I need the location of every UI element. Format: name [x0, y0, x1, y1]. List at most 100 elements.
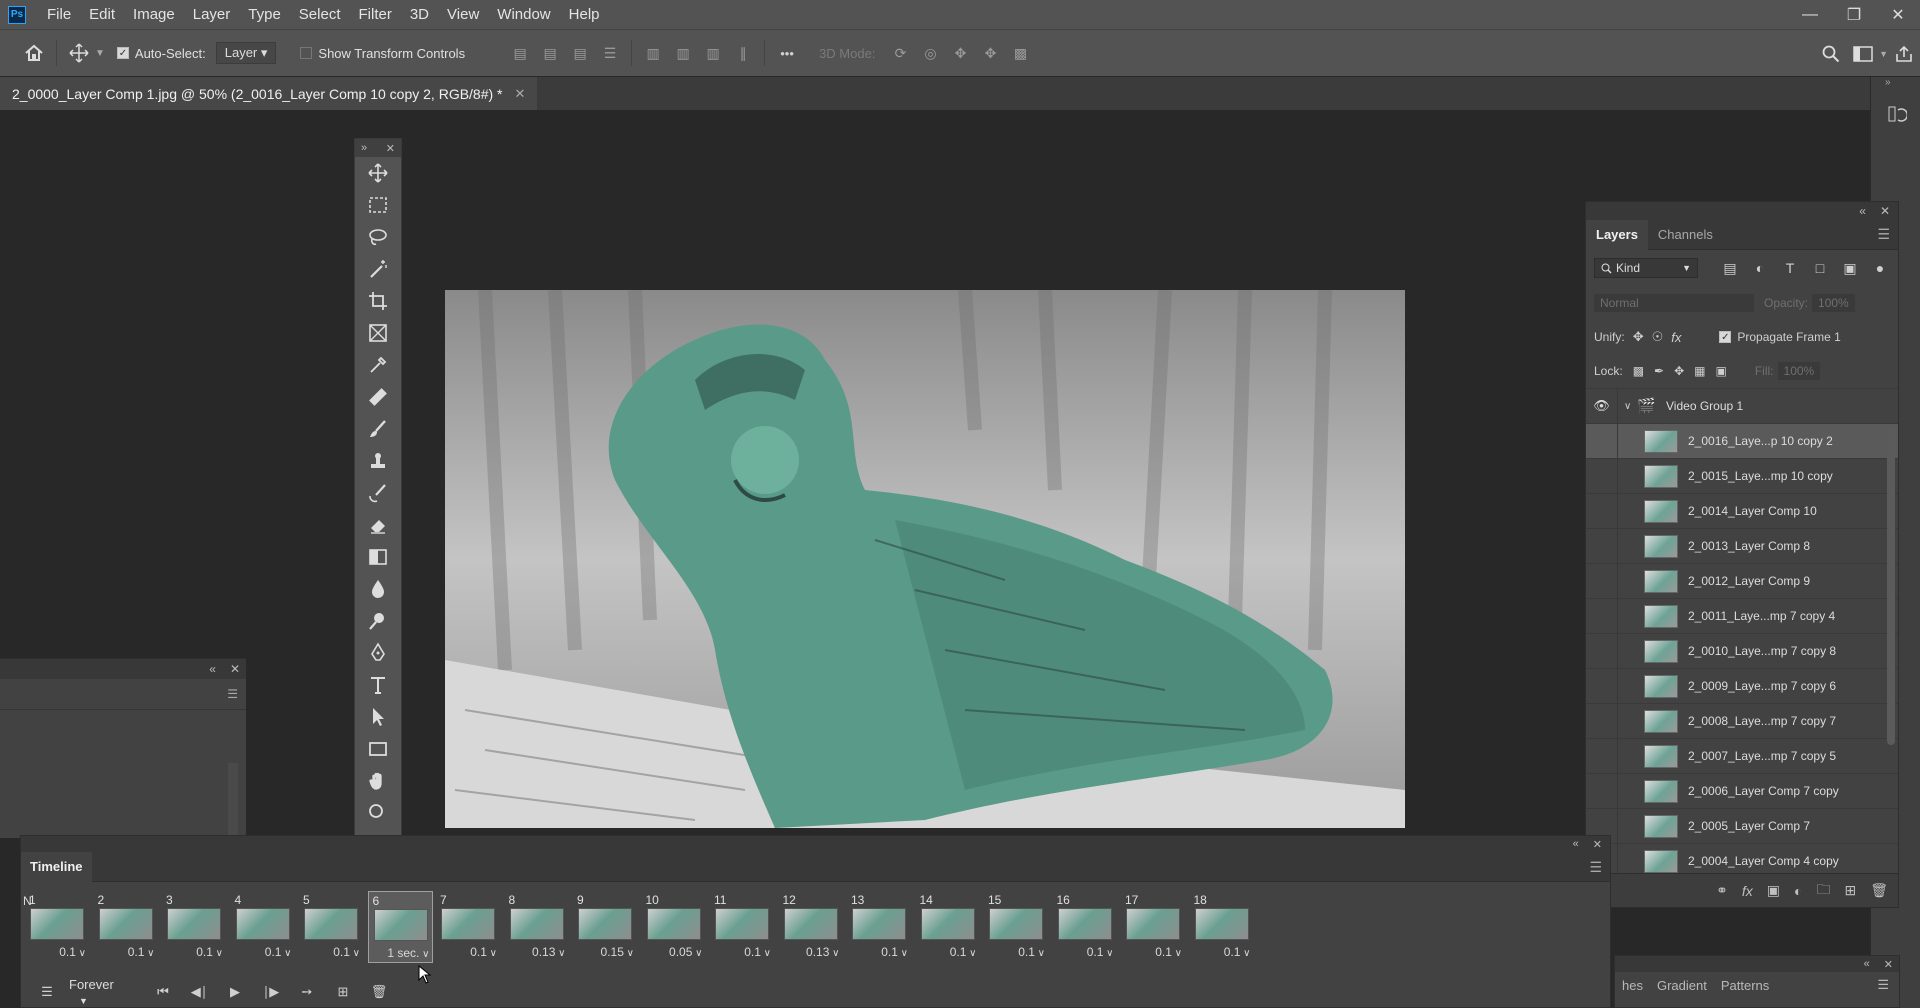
- align-left-edges-icon[interactable]: ▤: [505, 38, 535, 68]
- frame-delay-dropdown[interactable]: 0.1 ∨: [231, 945, 296, 959]
- layer-row[interactable]: 2_0009_Laye...mp 7 copy 6: [1586, 668, 1898, 704]
- menu-3d[interactable]: 3D: [401, 0, 438, 29]
- document-canvas[interactable]: [445, 290, 1405, 828]
- visibility-toggle[interactable]: [1586, 738, 1618, 774]
- close-icon[interactable]: ✕: [1880, 204, 1890, 218]
- animation-frame[interactable]: 6 1 sec. ∨: [367, 891, 433, 963]
- animation-frame[interactable]: 8 0.13 ∨: [505, 891, 570, 963]
- frame-tool-icon[interactable]: [355, 317, 401, 349]
- animation-frame[interactable]: 7 0.1 ∨: [436, 891, 501, 963]
- frame-delay-dropdown[interactable]: 0.1 ∨: [710, 945, 775, 959]
- tab-patterns[interactable]: Patterns: [1714, 978, 1776, 993]
- frame-delay-dropdown[interactable]: 0.1 ∨: [299, 945, 364, 959]
- distribute-vertical-icon[interactable]: ☰: [595, 38, 625, 68]
- layer-row[interactable]: 2_0015_Laye...mp 10 copy: [1586, 458, 1898, 494]
- frame-delay-dropdown[interactable]: 0.1 ∨: [94, 945, 159, 959]
- auto-select-checkbox[interactable]: ✓: [116, 47, 129, 59]
- lock-image-icon[interactable]: ✒: [1654, 364, 1664, 378]
- collapse-arrows-icon[interactable]: «: [1859, 204, 1866, 218]
- workspace-chevron-icon[interactable]: ▼: [1879, 49, 1888, 59]
- unify-position-icon[interactable]: ✥: [1633, 329, 1644, 345]
- filter-toggle-icon[interactable]: ●: [1870, 260, 1890, 276]
- first-frame-icon[interactable]: ⏮: [145, 984, 181, 1000]
- visibility-toggle[interactable]: [1586, 423, 1618, 459]
- menu-window[interactable]: Window: [488, 0, 559, 29]
- layer-row[interactable]: 2_0008_Laye...mp 7 copy 7: [1586, 703, 1898, 739]
- next-frame-icon[interactable]: ∣▶: [253, 984, 289, 1000]
- crop-tool-icon[interactable]: [355, 285, 401, 317]
- animation-frame[interactable]: 15 0.1 ∨: [984, 891, 1049, 963]
- type-layer-filter-icon[interactable]: T: [1780, 260, 1800, 276]
- tween-icon[interactable]: ➙: [289, 984, 325, 1000]
- menu-layer[interactable]: Layer: [184, 0, 240, 29]
- more-options-icon[interactable]: •••: [771, 37, 803, 69]
- show-transform-controls-checkbox[interactable]: [300, 47, 313, 59]
- eyedropper-tool-icon[interactable]: [355, 349, 401, 381]
- close-icon[interactable]: ✕: [230, 662, 240, 676]
- link-layers-icon[interactable]: ⚭: [1716, 882, 1728, 899]
- close-icon[interactable]: ✕: [386, 142, 395, 155]
- collapse-arrows-icon[interactable]: »: [361, 142, 367, 154]
- frame-delay-dropdown[interactable]: 0.1 ∨: [25, 945, 90, 959]
- animation-frame[interactable]: 1 0.1 ∨: [25, 891, 90, 963]
- menu-select[interactable]: Select: [290, 0, 350, 29]
- eraser-tool-icon[interactable]: [355, 509, 401, 541]
- unify-style-icon[interactable]: fx: [1671, 330, 1681, 345]
- animation-frame[interactable]: 2 0.1 ∨: [94, 891, 159, 963]
- tab-gradient[interactable]: Gradient: [1650, 978, 1714, 993]
- minimize-icon[interactable]: —: [1788, 0, 1832, 29]
- auto-select-target-dropdown[interactable]: Layer ▾: [215, 42, 277, 64]
- frame-delay-dropdown[interactable]: 0.1 ∨: [1121, 945, 1186, 959]
- distribute-horizontal-icon[interactable]: ∥: [728, 38, 758, 68]
- panel-menu-icon[interactable]: ☰: [227, 687, 238, 701]
- align-top-edges-icon[interactable]: ▥: [638, 38, 668, 68]
- visibility-toggle[interactable]: [1586, 493, 1618, 529]
- visibility-toggle[interactable]: [1586, 633, 1618, 669]
- close-icon[interactable]: ✕: [1593, 838, 1602, 851]
- frame-delay-dropdown[interactable]: 0.05 ∨: [642, 945, 707, 959]
- align-right-edges-icon[interactable]: ▤: [565, 38, 595, 68]
- animation-frame[interactable]: 16 0.1 ∨: [1053, 891, 1118, 963]
- visibility-toggle[interactable]: [1586, 563, 1618, 599]
- layer-group-row[interactable]: 👁 ∨ 🎬 Video Group 1: [1586, 388, 1898, 424]
- animation-frame[interactable]: 11 0.1 ∨: [710, 891, 775, 963]
- menu-filter[interactable]: Filter: [350, 0, 401, 29]
- pixel-layer-filter-icon[interactable]: ▤: [1720, 260, 1740, 277]
- layer-row[interactable]: 2_0006_Layer Comp 7 copy: [1586, 773, 1898, 809]
- layer-filter-kind-dropdown[interactable]: Kind ▼: [1594, 258, 1698, 278]
- convert-to-video-timeline-icon[interactable]: ☰: [29, 984, 65, 1000]
- panel-menu-icon[interactable]: ☰: [1589, 859, 1602, 876]
- collapse-arrows-icon[interactable]: «: [209, 662, 216, 676]
- play-icon[interactable]: ▶: [217, 984, 253, 1000]
- animation-frame[interactable]: 18 0.1 ∨: [1190, 891, 1255, 963]
- panel-menu-icon[interactable]: ☰: [1870, 977, 1899, 993]
- collapse-arrows-icon[interactable]: «: [1573, 838, 1579, 850]
- dodge-tool-icon[interactable]: [355, 605, 401, 637]
- gradient-tool-icon[interactable]: [355, 541, 401, 573]
- animation-frame[interactable]: 4 0.1 ∨: [231, 891, 296, 963]
- lock-all-icon[interactable]: ▣: [1716, 364, 1727, 378]
- menu-type[interactable]: Type: [239, 0, 290, 29]
- chevron-down-icon[interactable]: ▼: [95, 48, 105, 59]
- frame-delay-dropdown[interactable]: 0.13 ∨: [505, 945, 570, 959]
- visibility-toggle[interactable]: [1586, 668, 1618, 704]
- type-tool-icon[interactable]: [355, 669, 401, 701]
- animation-frame[interactable]: 9 0.15 ∨: [573, 891, 638, 963]
- close-document-icon[interactable]: ✕: [515, 86, 526, 102]
- frame-delay-dropdown[interactable]: 0.1 ∨: [847, 945, 912, 959]
- magic-wand-tool-icon[interactable]: [355, 253, 401, 285]
- blur-tool-icon[interactable]: [355, 573, 401, 605]
- close-icon[interactable]: ✕: [1884, 958, 1893, 971]
- clone-stamp-tool-icon[interactable]: [355, 445, 401, 477]
- align-vertical-centers-icon[interactable]: ▥: [668, 38, 698, 68]
- frame-delay-dropdown[interactable]: 0.1 ∨: [984, 945, 1049, 959]
- delete-layer-icon[interactable]: 🗑: [1870, 882, 1888, 899]
- unify-visibility-icon[interactable]: ☉: [1652, 329, 1664, 345]
- move-tool-icon[interactable]: [63, 37, 95, 69]
- shape-layer-filter-icon[interactable]: □: [1810, 260, 1830, 276]
- add-mask-icon[interactable]: ▣: [1767, 882, 1780, 899]
- layer-row[interactable]: 2_0012_Layer Comp 9: [1586, 563, 1898, 599]
- animation-frame[interactable]: 5 0.1 ∨: [299, 891, 364, 963]
- animation-frame[interactable]: 3 0.1 ∨: [162, 891, 227, 963]
- frame-delay-dropdown[interactable]: 0.1 ∨: [1053, 945, 1118, 959]
